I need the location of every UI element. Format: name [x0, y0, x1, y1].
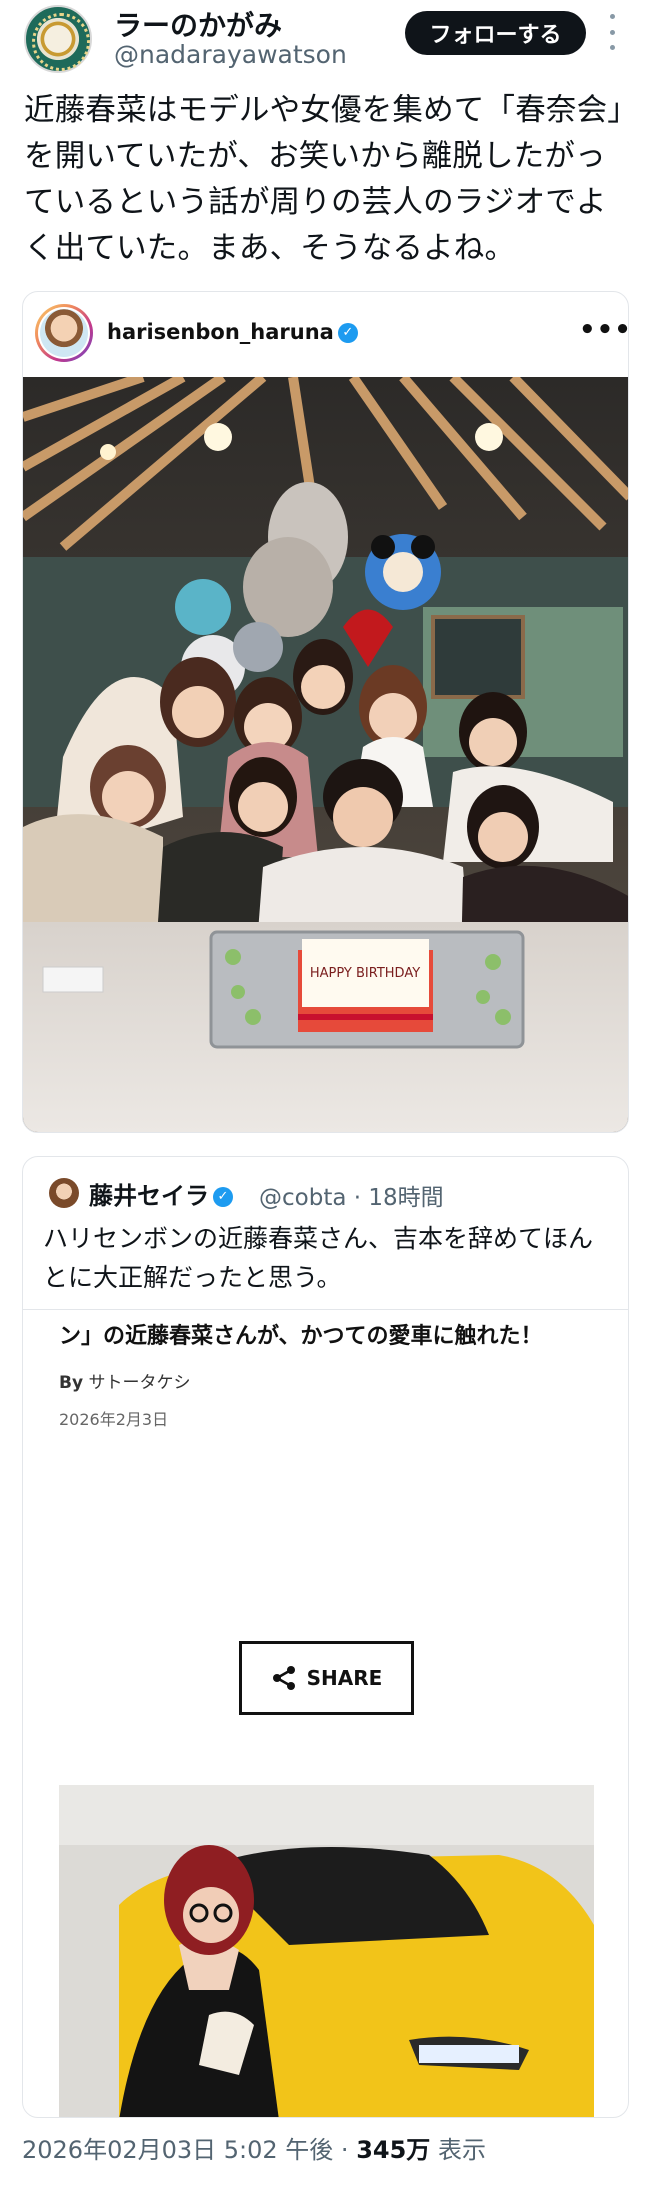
views-count: 345万 — [356, 2136, 431, 2164]
share-button[interactable]: SHARE — [239, 1641, 414, 1715]
quoted-text: ハリセンボンの近藤春菜さん、吉本を辞めてほんとに大正解だったと思う。 — [43, 1224, 594, 1292]
tweet-timestamp: 2026年02月03日 5:02 午後 · 345万 表示 — [22, 2130, 486, 2165]
quoted-display-name[interactable]: 藤井セイラ ✓ — [89, 1176, 233, 1211]
quoted-time[interactable]: · 18時間 — [354, 1185, 444, 1211]
instagram-username[interactable]: harisenbon_haruna ✓ — [107, 320, 358, 344]
byline-prefix: By — [59, 1373, 84, 1393]
author-handle[interactable]: @nadarayawatson — [114, 40, 347, 69]
quoted-avatar[interactable] — [49, 1178, 79, 1208]
follow-button[interactable]: フォローする — [405, 11, 586, 55]
quoted-handle[interactable]: @cobta — [259, 1185, 346, 1211]
instagram-embed[interactable]: harisenbon_haruna ✓ ••• HAPPY BIRTHDAY — [22, 291, 629, 1133]
views-label: 表示 — [430, 2136, 486, 2164]
quoted-name-text: 藤井セイラ — [89, 1182, 209, 1210]
timestamp-text[interactable]: 2026年02月03日 5:02 午後 · — [22, 2136, 356, 2164]
article-byline: By サトータケシ — [59, 1368, 190, 1393]
cake-text: HAPPY BIRTHDAY — [310, 966, 420, 981]
more-options-icon[interactable] — [600, 14, 624, 50]
instagram-avatar[interactable] — [35, 304, 93, 362]
share-icon — [272, 1666, 295, 1690]
instagram-more-icon[interactable]: ••• — [579, 317, 628, 343]
quoted-handle-time: @cobta · 18時間 — [259, 1178, 444, 1212]
article-date: 2026年2月3日 — [59, 1410, 169, 1429]
instagram-photo[interactable]: HAPPY BIRTHDAY — [23, 377, 628, 1132]
author-avatar[interactable] — [24, 5, 92, 73]
quoted-tweet[interactable]: 藤井セイラ ✓ @cobta · 18時間 ハリセンボンの近藤春菜さん、吉本を辞め… — [22, 1156, 629, 2118]
article-headline: ン」の近藤春菜さんが、かつての愛車に触れた！ — [59, 1324, 543, 1349]
byline-author: サトータケシ — [88, 1373, 191, 1393]
verified-badge-icon: ✓ — [337, 323, 358, 343]
tweet-text: 近藤春菜はモデルや女優を集めて「春奈会」を開いていたが、お笑いから離脱したがって… — [24, 93, 623, 266]
author-display-name[interactable]: ラーのかがみ — [114, 4, 282, 44]
quoted-article-image[interactable]: ン」の近藤春菜さんが、かつての愛車に触れた！ By サトータケシ 2026年2月… — [23, 1309, 628, 2117]
instagram-username-text: harisenbon_haruna — [107, 320, 334, 344]
tweet-header: ラーのかがみ @nadarayawatson フォローする — [0, 0, 650, 84]
quoted-verified-icon: ✓ — [213, 1187, 233, 1207]
share-label: SHARE — [306, 1666, 383, 1690]
article-photo — [59, 1785, 594, 2117]
